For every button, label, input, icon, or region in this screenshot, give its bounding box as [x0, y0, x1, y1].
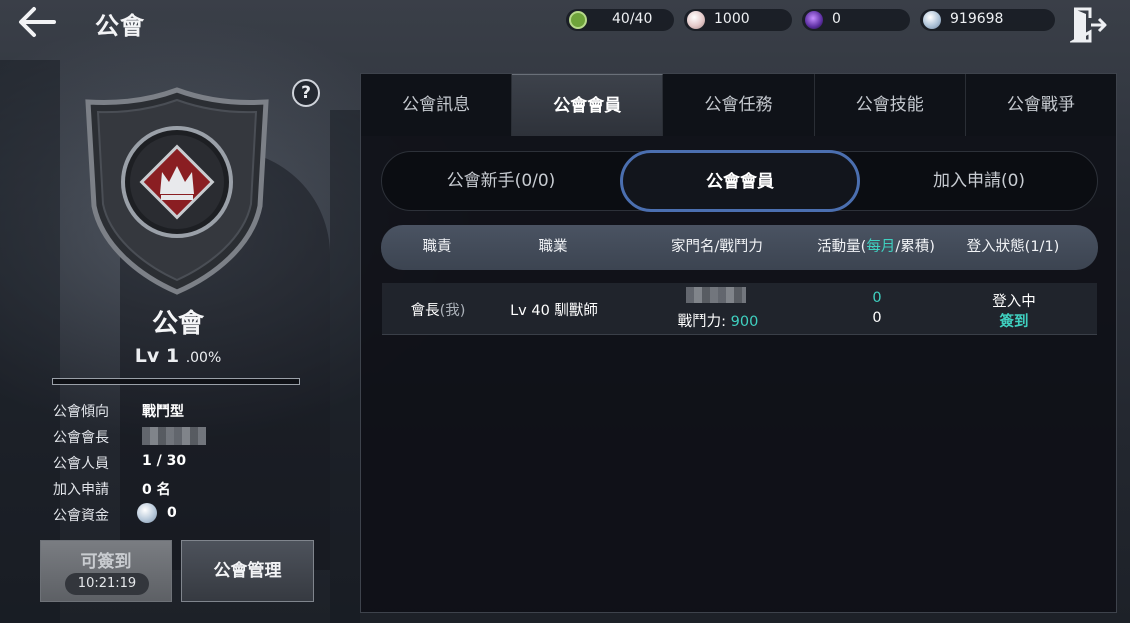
silver-resource: 919698	[920, 9, 1055, 31]
back-arrow-icon	[19, 7, 56, 37]
pearl-icon	[687, 11, 705, 29]
info-value-funds: 0	[167, 505, 177, 521]
help-button[interactable]: ?	[292, 79, 320, 107]
info-label-tendency: 公會傾向	[53, 404, 109, 420]
gem-value: 0	[832, 11, 841, 27]
guild-content-panel: 公會訊息 公會會員 公會任務 公會技能 公會戰爭 公會新手(0/0) 公會會員 …	[360, 73, 1117, 613]
member-checkin-status: 簽到	[999, 314, 1029, 330]
subtab-applications[interactable]: 加入申請(0)	[860, 152, 1098, 210]
stamina-icon	[569, 11, 587, 29]
guild-tabs: 公會訊息 公會會員 公會任務 公會技能 公會戰爭	[361, 74, 1116, 136]
stamina-value: 40/40	[612, 11, 653, 27]
guild-exp-bar	[52, 378, 300, 385]
info-value-applications: 0 名	[142, 482, 171, 498]
info-label-funds: 公會資金	[53, 508, 109, 524]
header-activity: 活動量(每月/累積)	[817, 239, 935, 255]
guild-manage-button[interactable]: 公會管理	[181, 540, 314, 602]
stamina-resource: 40/40	[566, 9, 674, 31]
page-title: 公會	[95, 12, 145, 40]
leader-name-redacted	[142, 427, 206, 445]
member-power: 戰鬥力: 900	[677, 314, 759, 330]
header-role: 職責	[422, 239, 452, 255]
info-value-tendency: 戰鬥型	[142, 404, 184, 420]
guild-level-value: Lv 1	[134, 345, 180, 367]
checkin-button[interactable]: 可簽到 10:21:19	[40, 540, 172, 602]
header-family-power: 家門名/戰鬥力	[671, 239, 763, 255]
info-label-members: 公會人員	[53, 456, 109, 472]
guild-fund-coin-icon	[137, 503, 157, 523]
info-label-applications: 加入申請	[53, 482, 109, 498]
silver-coin-icon	[923, 11, 941, 29]
silver-value: 919698	[950, 11, 1004, 27]
family-name-redacted	[686, 287, 746, 303]
tab-guild-skills[interactable]: 公會技能	[815, 74, 966, 136]
pearl-resource: 1000	[684, 9, 792, 31]
guild-level-percent: .00%	[185, 350, 222, 366]
member-login-status: 登入中	[992, 294, 1036, 310]
back-button[interactable]	[14, 4, 60, 40]
exit-door-icon	[1068, 7, 1107, 43]
checkin-label: 可簽到	[80, 552, 132, 572]
info-value-members: 1 / 30	[142, 453, 187, 469]
member-activity-total: 0	[872, 310, 882, 326]
tab-guild-war[interactable]: 公會戰爭	[966, 74, 1116, 136]
guild-level: Lv 1 .00%	[118, 345, 238, 367]
tab-guild-quests[interactable]: 公會任務	[663, 74, 815, 136]
subtab-newbies[interactable]: 公會新手(0/0)	[382, 152, 620, 210]
member-role: 會長(我)	[410, 303, 466, 319]
subtab-members[interactable]: 公會會員	[620, 150, 860, 212]
member-subtabs: 公會新手(0/0) 公會會員 加入申請(0)	[381, 150, 1098, 212]
pearl-value: 1000	[714, 11, 750, 27]
member-table-header: 職責 職業 家門名/戰鬥力 活動量(每月/累積) 登入狀態(1/1)	[381, 225, 1098, 270]
table-row[interactable]: 會長(我) Lv 40 馴獸師 戰鬥力: 900 0 0 登入中 簽到	[382, 283, 1097, 335]
exit-button[interactable]	[1068, 6, 1108, 44]
guild-name: 公會	[151, 309, 204, 339]
header-login-status: 登入狀態(1/1)	[966, 239, 1060, 255]
guild-emblem-icon	[85, 87, 269, 295]
member-class: Lv 40 馴獸師	[510, 303, 598, 319]
tab-guild-members[interactable]: 公會會員	[512, 74, 664, 136]
gem-resource: 0	[802, 9, 910, 31]
header-class: 職業	[538, 239, 568, 255]
tab-guild-info[interactable]: 公會訊息	[361, 74, 513, 136]
info-label-leader: 公會會長	[53, 430, 109, 446]
member-activity-monthly: 0	[872, 290, 882, 306]
checkin-timer: 10:21:19	[65, 573, 149, 595]
purple-gem-icon	[805, 11, 823, 29]
